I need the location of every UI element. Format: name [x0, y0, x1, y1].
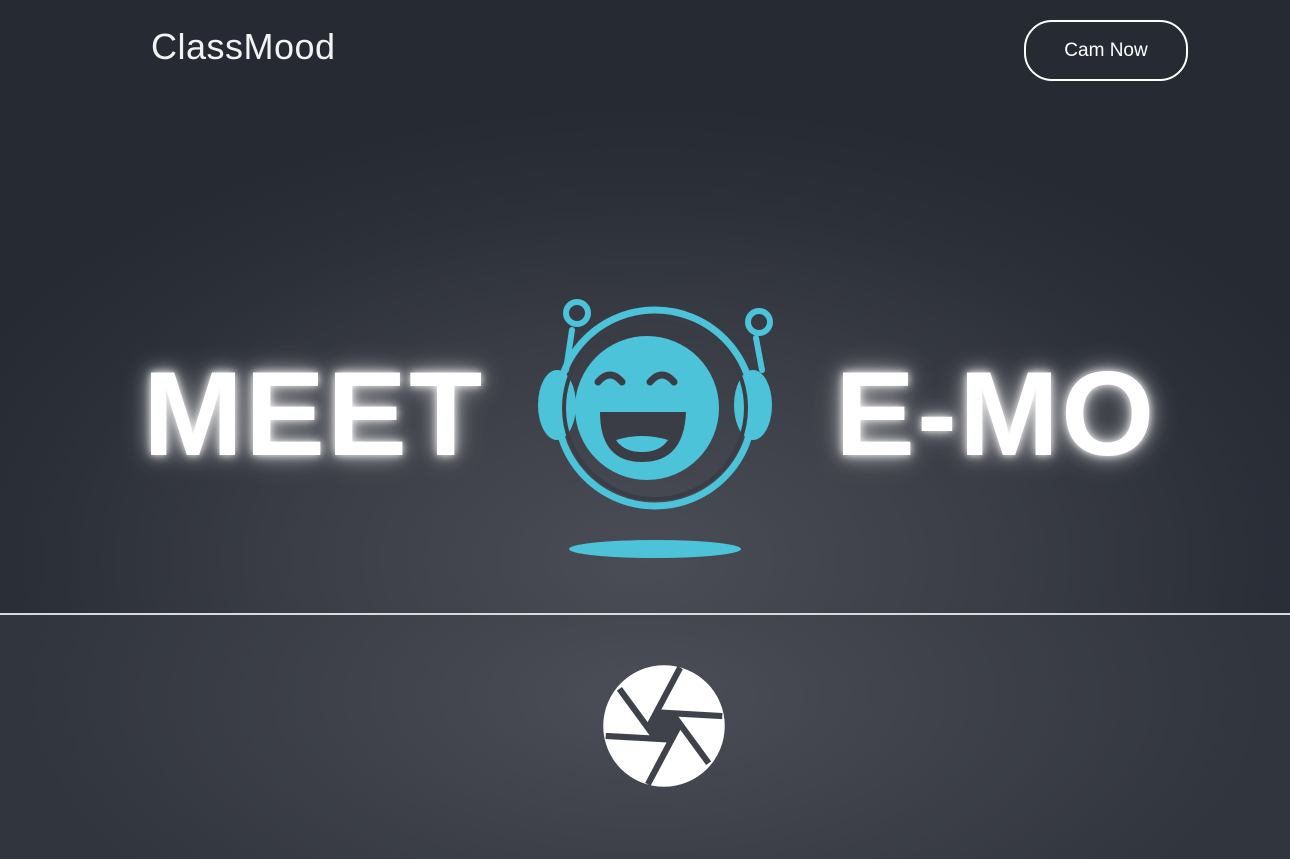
camera-shutter-icon[interactable]	[602, 664, 726, 788]
cam-now-button[interactable]: Cam Now	[1024, 20, 1188, 81]
hero-word-emo: E-MO	[835, 347, 1157, 481]
brand-logo[interactable]: ClassMood	[151, 26, 336, 68]
hero-word-meet: MEET	[143, 347, 485, 481]
smiling-robot-icon	[538, 299, 773, 558]
